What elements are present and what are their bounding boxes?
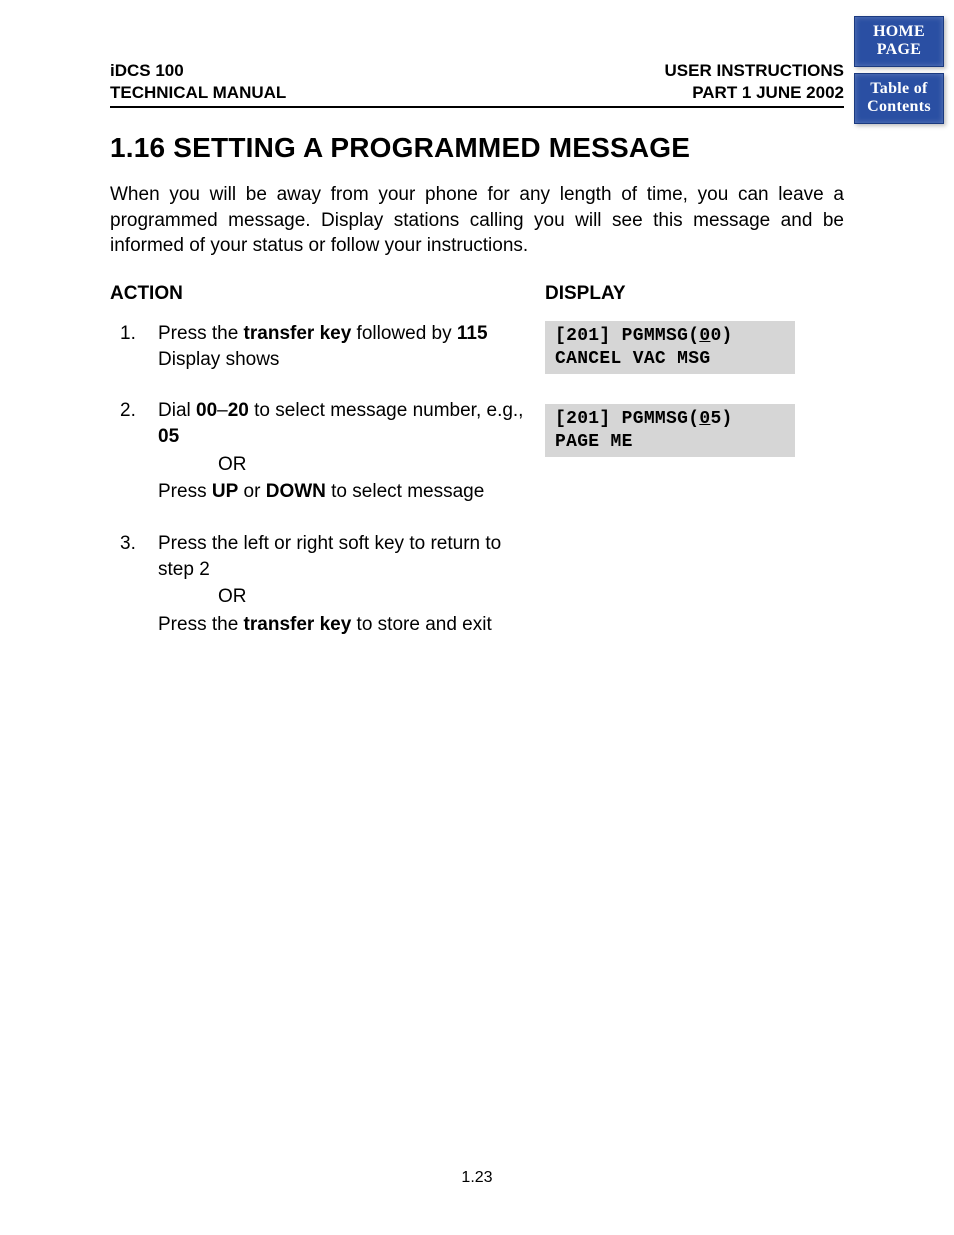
page-number: 1.23 xyxy=(0,1169,954,1187)
step-2: Dial 00–20 to select message number, e.g… xyxy=(110,398,525,505)
step-text: to store and exit xyxy=(351,614,491,635)
display-text: [201] PGMMSG( xyxy=(555,326,699,346)
step-text: Display shows xyxy=(158,349,279,370)
example-value: 05 xyxy=(158,426,179,447)
transfer-key-label: transfer key xyxy=(244,614,352,635)
step-1: Press the transfer key followed by 115 D… xyxy=(110,321,525,372)
step-text: Press the xyxy=(158,323,244,344)
display-column: DISPLAY [201] PGMMSG(00) CANCEL VAC MSG … xyxy=(545,283,844,663)
display-cursor: 0 xyxy=(699,409,710,429)
steps-list: Press the transfer key followed by 115 D… xyxy=(110,321,525,637)
section-title: 1.16 SETTING A PROGRAMMED MESSAGE xyxy=(110,132,844,164)
display-text: 5) xyxy=(710,409,732,429)
action-column: ACTION Press the transfer key followed b… xyxy=(110,283,525,663)
step-3: Press the left or right soft key to retu… xyxy=(110,531,525,638)
running-header: iDCS 100 TECHNICAL MANUAL USER INSTRUCTI… xyxy=(110,60,844,108)
dash: – xyxy=(217,400,228,421)
or-separator: OR xyxy=(158,452,525,478)
step-text: Press xyxy=(158,481,212,502)
lcd-display-2: [201] PGMMSG(05) PAGE ME xyxy=(545,404,795,457)
step-text: Press the left or right soft key to retu… xyxy=(158,533,501,580)
header-manual: TECHNICAL MANUAL xyxy=(110,82,286,104)
display-text: [201] PGMMSG( xyxy=(555,409,699,429)
lcd-display-1: [201] PGMMSG(00) CANCEL VAC MSG xyxy=(545,321,795,374)
step-text: Dial xyxy=(158,400,196,421)
range-end: 20 xyxy=(228,400,249,421)
header-doc-type: USER INSTRUCTIONS xyxy=(665,60,844,82)
intro-paragraph: When you will be away from your phone fo… xyxy=(110,182,844,259)
header-product: iDCS 100 xyxy=(110,60,286,82)
display-text: 0) xyxy=(710,326,732,346)
display-text: CANCEL VAC MSG xyxy=(555,349,710,369)
display-cursor: 0 xyxy=(699,326,710,346)
step-text: to select message number, e.g., xyxy=(249,400,524,421)
header-part-date: PART 1 JUNE 2002 xyxy=(665,82,844,104)
code-115: 115 xyxy=(457,323,488,344)
header-left: iDCS 100 TECHNICAL MANUAL xyxy=(110,60,286,104)
transfer-key-label: transfer key xyxy=(244,323,352,344)
range-start: 00 xyxy=(196,400,217,421)
action-heading: ACTION xyxy=(110,283,525,305)
step-text: Press the xyxy=(158,614,244,635)
display-heading: DISPLAY xyxy=(545,283,844,305)
display-text: PAGE ME xyxy=(555,432,633,452)
page-content: iDCS 100 TECHNICAL MANUAL USER INSTRUCTI… xyxy=(0,0,954,664)
action-display-columns: ACTION Press the transfer key followed b… xyxy=(110,283,844,663)
step-text: followed by xyxy=(351,323,457,344)
up-key: UP xyxy=(212,481,238,502)
step-text: or xyxy=(238,481,265,502)
header-right: USER INSTRUCTIONS PART 1 JUNE 2002 xyxy=(665,60,844,104)
step-text: to select message xyxy=(326,481,484,502)
down-key: DOWN xyxy=(266,481,326,502)
or-separator: OR xyxy=(158,584,525,610)
